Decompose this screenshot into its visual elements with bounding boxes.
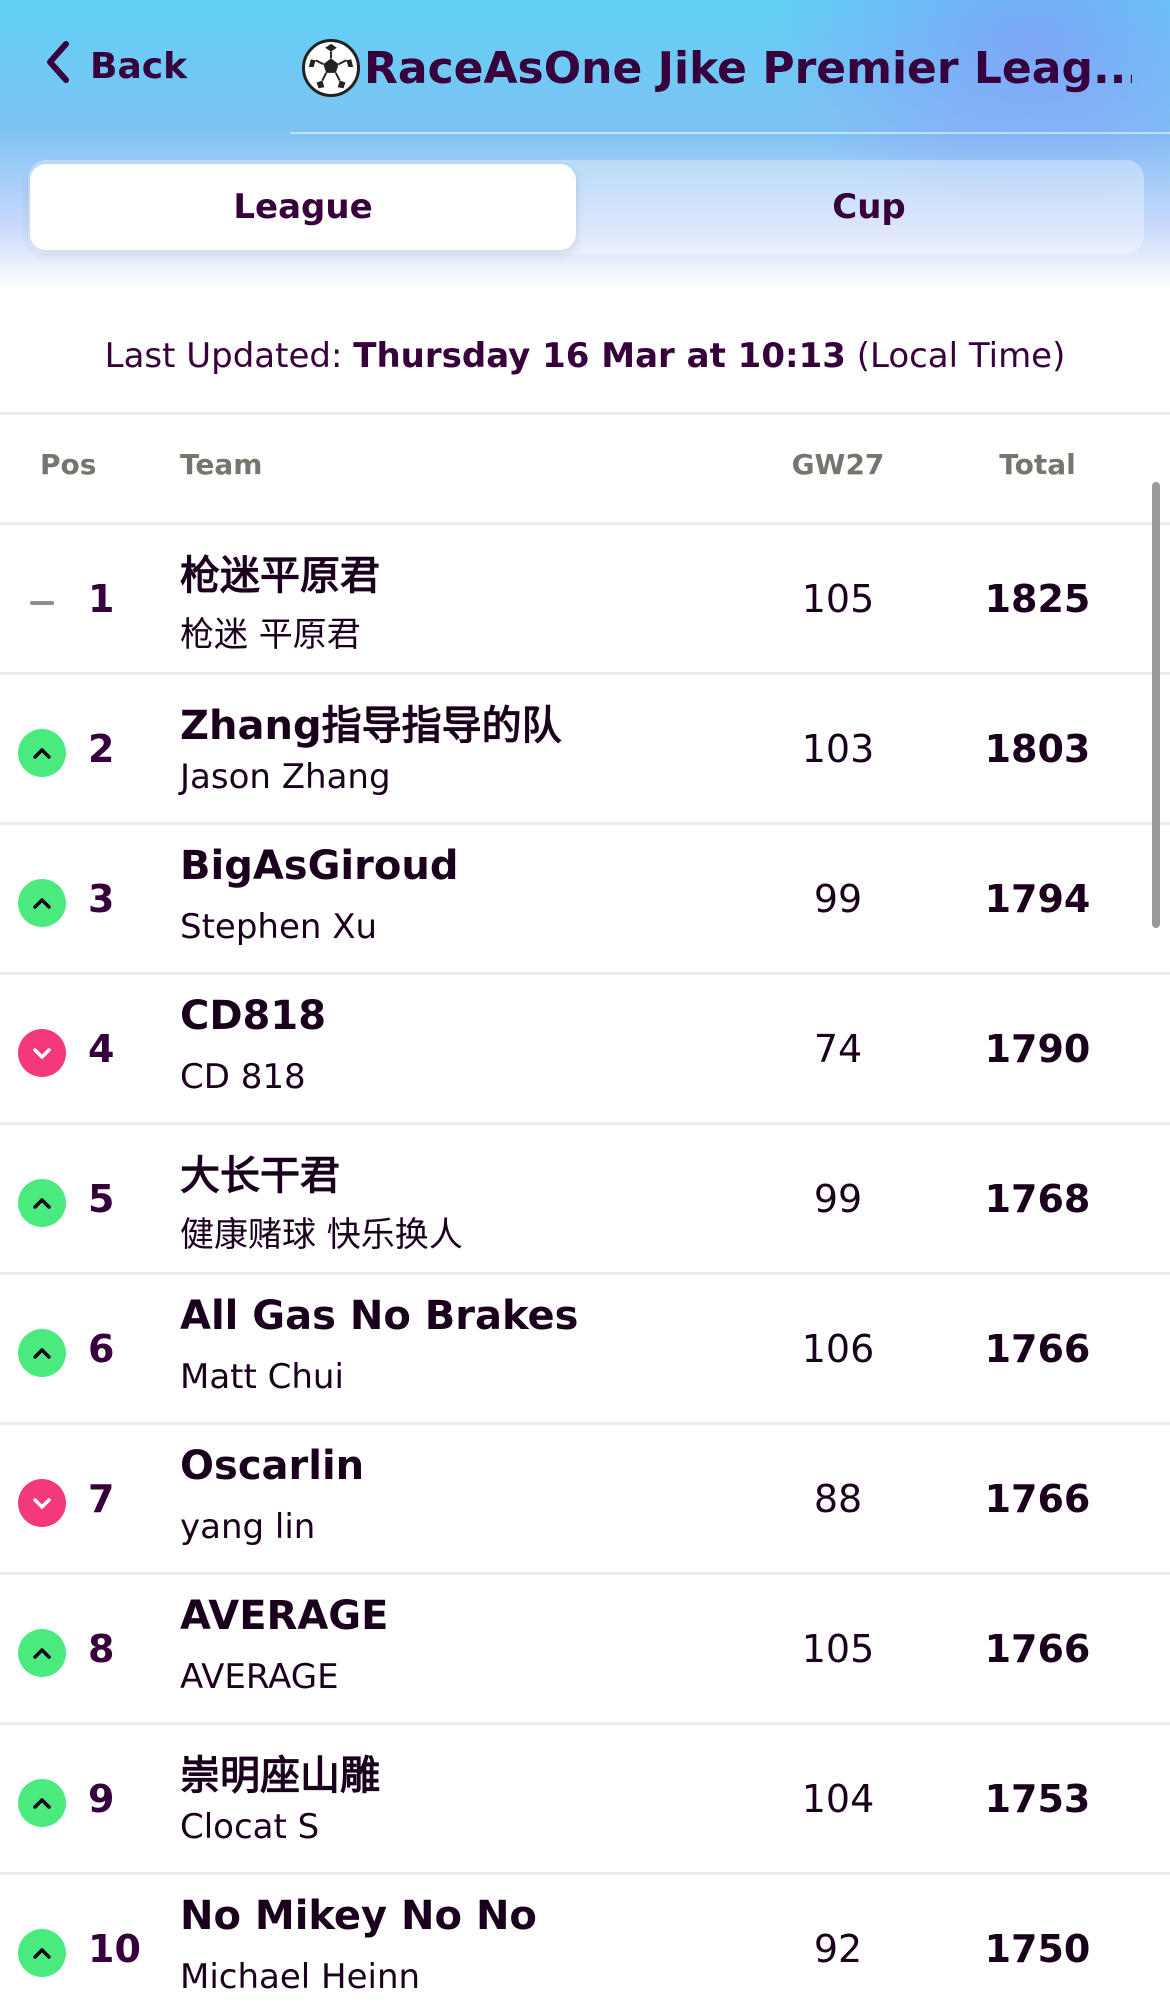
back-label: Back	[90, 45, 188, 87]
manager-name: AVERAGE	[180, 1657, 339, 1697]
header: Back RaceAsOne Jike Premier Leag... Leag…	[0, 0, 1170, 290]
rank-position: 1	[88, 577, 115, 621]
table-row[interactable]: 6 All Gas No Brakes Matt Chui 106 1766	[0, 1275, 1170, 1425]
total-points: 1750	[984, 1927, 1091, 1971]
team-name[interactable]: CD818	[180, 993, 326, 1039]
rank-position: 7	[88, 1477, 115, 1521]
total-points: 1794	[984, 877, 1091, 921]
manager-name: Clocat S	[180, 1807, 320, 1847]
total-points: 1753	[984, 1777, 1091, 1821]
table-row[interactable]: 9 崇明座山雕 Clocat S 104 1753	[0, 1725, 1170, 1875]
table-row[interactable]: 7 Oscarlin yang lin 88 1766	[0, 1425, 1170, 1575]
rank-position: 2	[88, 727, 115, 771]
gameweek-points: 99	[813, 877, 863, 921]
divider	[0, 412, 1170, 415]
column-header-gw: GW27	[791, 448, 885, 481]
tab-bar: League Cup	[28, 160, 1144, 254]
rank-position: 3	[88, 877, 115, 921]
gameweek-points: 99	[813, 1177, 863, 1221]
rank-position: 4	[88, 1027, 115, 1071]
column-header-total: Total	[999, 448, 1076, 481]
gameweek-points: 74	[813, 1027, 863, 1071]
team-name[interactable]: Zhang指导指导的队	[180, 693, 562, 751]
total-points: 1766	[984, 1327, 1091, 1371]
total-points: 1790	[984, 1027, 1091, 1071]
column-header-pos: Pos	[40, 448, 97, 481]
arrow-up-icon	[18, 1179, 66, 1227]
arrow-up-icon	[18, 879, 66, 927]
table-row[interactable]: 10 No Mikey No No Michael Heinn 92 1750	[0, 1875, 1170, 2014]
rank-position: 8	[88, 1627, 115, 1671]
arrow-down-icon	[18, 1029, 66, 1077]
title-text: RaceAsOne Jike Premier Leag...	[364, 42, 1132, 94]
table-row[interactable]: 5 大长干君健康赌球 快乐换人 99 1768	[0, 1125, 1170, 1275]
chevron-left-icon	[44, 40, 72, 93]
total-points: 1825	[984, 577, 1091, 621]
team-name[interactable]: 大长干君	[180, 1143, 340, 1201]
header-divider	[290, 132, 1170, 134]
arrow-down-icon	[18, 1479, 66, 1527]
table-row[interactable]: 1 枪迷平原君枪迷 平原君 105 1825	[0, 525, 1170, 675]
gameweek-points: 88	[813, 1477, 863, 1521]
rank-position: 6	[88, 1327, 115, 1371]
tab-cup[interactable]: Cup	[596, 164, 1142, 250]
total-points: 1766	[984, 1627, 1091, 1671]
arrow-up-icon	[18, 1329, 66, 1377]
gameweek-points: 103	[801, 727, 875, 771]
team-name[interactable]: Oscarlin	[180, 1443, 364, 1489]
rank-position: 5	[88, 1177, 115, 1221]
total-points: 1803	[984, 727, 1091, 771]
gameweek-points: 105	[801, 577, 875, 621]
table-row[interactable]: 2 Zhang指导指导的队 Jason Zhang 103 1803	[0, 675, 1170, 825]
team-name[interactable]: BigAsGiroud	[180, 843, 458, 889]
manager-name: CD 818	[180, 1057, 306, 1097]
team-name[interactable]: No Mikey No No	[180, 1893, 537, 1939]
manager-name: 健康赌球 快乐换人	[180, 1215, 463, 1255]
column-header-team: Team	[180, 448, 263, 481]
team-name[interactable]: All Gas No Brakes	[180, 1293, 578, 1339]
manager-name: Stephen Xu	[180, 907, 378, 947]
table-row[interactable]: 3 BigAsGiroud Stephen Xu 99 1794	[0, 825, 1170, 975]
table-row[interactable]: 4 CD818 CD 818 74 1790	[0, 975, 1170, 1125]
gameweek-points: 104	[801, 1777, 875, 1821]
manager-name: 枪迷 平原君	[180, 615, 361, 655]
gameweek-points: 92	[813, 1927, 863, 1971]
last-updated-suffix: (Local Time)	[856, 336, 1066, 376]
back-button[interactable]: Back	[44, 38, 187, 94]
last-updated: Last Updated: Thursday 16 Mar at 10:13 (…	[0, 336, 1170, 376]
team-name[interactable]: 枪迷平原君	[180, 543, 380, 601]
team-name[interactable]: AVERAGE	[180, 1593, 388, 1639]
rank-position: 10	[88, 1927, 141, 1971]
total-points: 1768	[984, 1177, 1091, 1221]
manager-name: yang lin	[180, 1507, 316, 1547]
page-title: RaceAsOne Jike Premier Leag...	[302, 36, 1132, 100]
tab-league[interactable]: League	[30, 164, 576, 250]
arrow-up-icon	[18, 1929, 66, 1977]
scrollbar[interactable]	[1152, 482, 1160, 928]
no-change-icon	[18, 579, 66, 627]
total-points: 1766	[984, 1477, 1091, 1521]
manager-name: Matt Chui	[180, 1357, 344, 1397]
gameweek-points: 105	[801, 1627, 875, 1671]
arrow-up-icon	[18, 729, 66, 777]
manager-name: Michael Heinn	[180, 1957, 421, 1997]
table-row[interactable]: 8 AVERAGE AVERAGE 105 1766	[0, 1575, 1170, 1725]
manager-name: Jason Zhang	[180, 757, 391, 797]
gameweek-points: 106	[801, 1327, 875, 1371]
last-updated-prefix: Last Updated:	[104, 336, 343, 376]
arrow-up-icon	[18, 1629, 66, 1677]
rank-position: 9	[88, 1777, 115, 1821]
team-name[interactable]: 崇明座山雕	[180, 1743, 380, 1801]
last-updated-datetime: Thursday 16 Mar at 10:13	[353, 336, 846, 376]
arrow-up-icon	[18, 1779, 66, 1827]
soccer-ball-icon	[302, 39, 360, 97]
